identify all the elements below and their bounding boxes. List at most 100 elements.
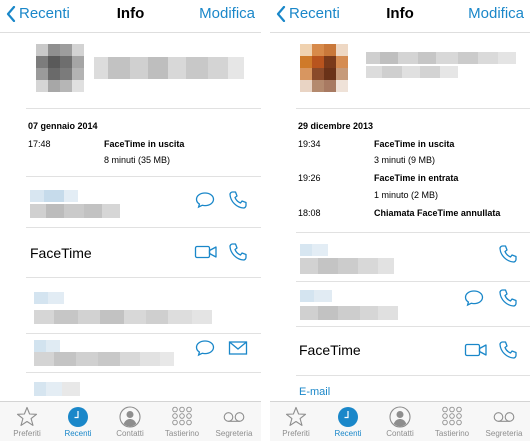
call-detail: 8 minuti (35 MB): [104, 155, 171, 165]
nav-bar: Recenti Info Modifica: [270, 0, 530, 30]
tab-preferiti[interactable]: Preferiti: [270, 406, 322, 438]
call-type: FaceTime in uscita: [104, 139, 185, 149]
divider: [26, 372, 261, 373]
call-detail: 1 minuto (2 MB): [374, 190, 439, 200]
tab-bar: Preferiti Recenti Contatti Tastierino Se…: [0, 401, 261, 441]
tab-label: Tastierino: [164, 429, 200, 438]
phone-number-redacted[interactable]: [300, 258, 394, 274]
tab-contatti[interactable]: Contatti: [374, 406, 426, 438]
keypad-icon: [172, 406, 192, 426]
call-type: FaceTime in entrata: [374, 173, 459, 183]
back-button[interactable]: Recenti: [276, 5, 340, 22]
tab-label: Tastierino: [434, 429, 470, 438]
facetime-audio-phone-icon[interactable]: [228, 242, 248, 262]
phone-icon[interactable]: [498, 244, 518, 264]
tab-label: Preferiti: [282, 429, 310, 438]
avatar: [36, 44, 84, 92]
clock-icon: [68, 407, 88, 427]
call-detail: 3 minuti (9 MB): [374, 155, 436, 165]
edit-button[interactable]: Modifica: [199, 5, 255, 22]
tab-label: Segreteria: [215, 429, 253, 438]
right-screen: Recenti Info Modifica 29 dicembre 2013 1…: [270, 0, 530, 441]
phone-icon[interactable]: [498, 288, 518, 308]
avatar: [300, 44, 348, 92]
tab-recenti[interactable]: Recenti: [322, 406, 374, 438]
divider: [26, 277, 261, 278]
back-label: Recenti: [289, 5, 340, 22]
star-icon: [16, 406, 38, 426]
tab-tastierino[interactable]: Tastierino: [426, 406, 478, 438]
keypad-icon: [442, 406, 462, 426]
message-icon[interactable]: [464, 289, 484, 307]
call-time: 18:08: [298, 208, 321, 218]
call-time: 17:48: [28, 139, 51, 149]
phone-label-redacted: [300, 244, 328, 256]
call-type: FaceTime in uscita: [374, 139, 455, 149]
divider: [26, 227, 261, 228]
divider: [296, 326, 530, 327]
tab-segreteria[interactable]: Segreteria: [208, 406, 260, 438]
back-label: Recenti: [19, 5, 70, 22]
facetime-audio-phone-icon[interactable]: [498, 340, 518, 360]
message-icon[interactable]: [195, 191, 215, 209]
redacted-value: [34, 352, 174, 366]
phone-number-redacted[interactable]: [30, 204, 120, 218]
tab-label: Contatti: [116, 429, 144, 438]
person-icon: [119, 406, 141, 428]
redacted-value: [34, 310, 212, 324]
call-time: 19:34: [298, 139, 321, 149]
chevron-left-icon: [276, 5, 286, 22]
tab-segreteria[interactable]: Segreteria: [478, 406, 530, 438]
tab-label: Contatti: [386, 429, 414, 438]
mail-icon[interactable]: [228, 340, 248, 356]
email-label: E-mail: [299, 386, 331, 398]
nav-divider: [270, 32, 530, 33]
nav-bar: Recenti Info Modifica: [0, 0, 261, 30]
tab-label: Preferiti: [13, 429, 41, 438]
tab-label: Recenti: [64, 429, 92, 438]
tab-bar: Preferiti Recenti Contatti Tastierino Se…: [270, 401, 530, 441]
video-camera-icon[interactable]: [464, 342, 488, 358]
star-icon: [285, 406, 307, 426]
back-button[interactable]: Recenti: [6, 5, 70, 22]
message-icon[interactable]: [195, 339, 215, 357]
tab-recenti[interactable]: Recenti: [52, 406, 104, 438]
divider: [26, 108, 261, 109]
call-date: 07 gennaio 2014: [28, 121, 98, 131]
contact-name-redacted: [366, 52, 516, 64]
phone-label-redacted: [300, 290, 332, 302]
phone-label-redacted: [30, 190, 78, 202]
divider: [26, 176, 261, 177]
voicemail-icon: [493, 412, 515, 422]
call-date: 29 dicembre 2013: [298, 121, 374, 131]
screen-gap: [261, 0, 270, 441]
divider: [296, 232, 530, 233]
contact-name-redacted: [94, 57, 244, 79]
redacted-label: [34, 340, 60, 352]
voicemail-icon: [223, 412, 245, 422]
tab-label: Recenti: [334, 429, 362, 438]
tab-label: Segreteria: [485, 429, 523, 438]
tab-contatti[interactable]: Contatti: [104, 406, 156, 438]
redacted-label: [34, 292, 64, 304]
clock-icon: [338, 407, 358, 427]
chevron-left-icon: [6, 5, 16, 22]
divider: [26, 333, 261, 334]
facetime-label: FaceTime: [30, 245, 92, 261]
contact-subtitle-redacted: [366, 66, 458, 78]
video-camera-icon[interactable]: [194, 244, 218, 260]
phone-icon[interactable]: [228, 190, 248, 210]
divider: [296, 108, 530, 109]
facetime-label: FaceTime: [299, 342, 361, 358]
phone-number-redacted[interactable]: [300, 306, 398, 320]
divider: [296, 281, 530, 282]
tab-tastierino[interactable]: Tastierino: [156, 406, 208, 438]
person-icon: [389, 406, 411, 428]
tab-preferiti[interactable]: Preferiti: [1, 406, 53, 438]
redacted-label: [34, 382, 80, 396]
call-time: 19:26: [298, 173, 321, 183]
left-screen: Recenti Info Modifica 07 gennaio 2014 17…: [0, 0, 261, 441]
nav-divider: [0, 32, 261, 33]
divider: [296, 375, 530, 376]
edit-button[interactable]: Modifica: [468, 5, 524, 22]
